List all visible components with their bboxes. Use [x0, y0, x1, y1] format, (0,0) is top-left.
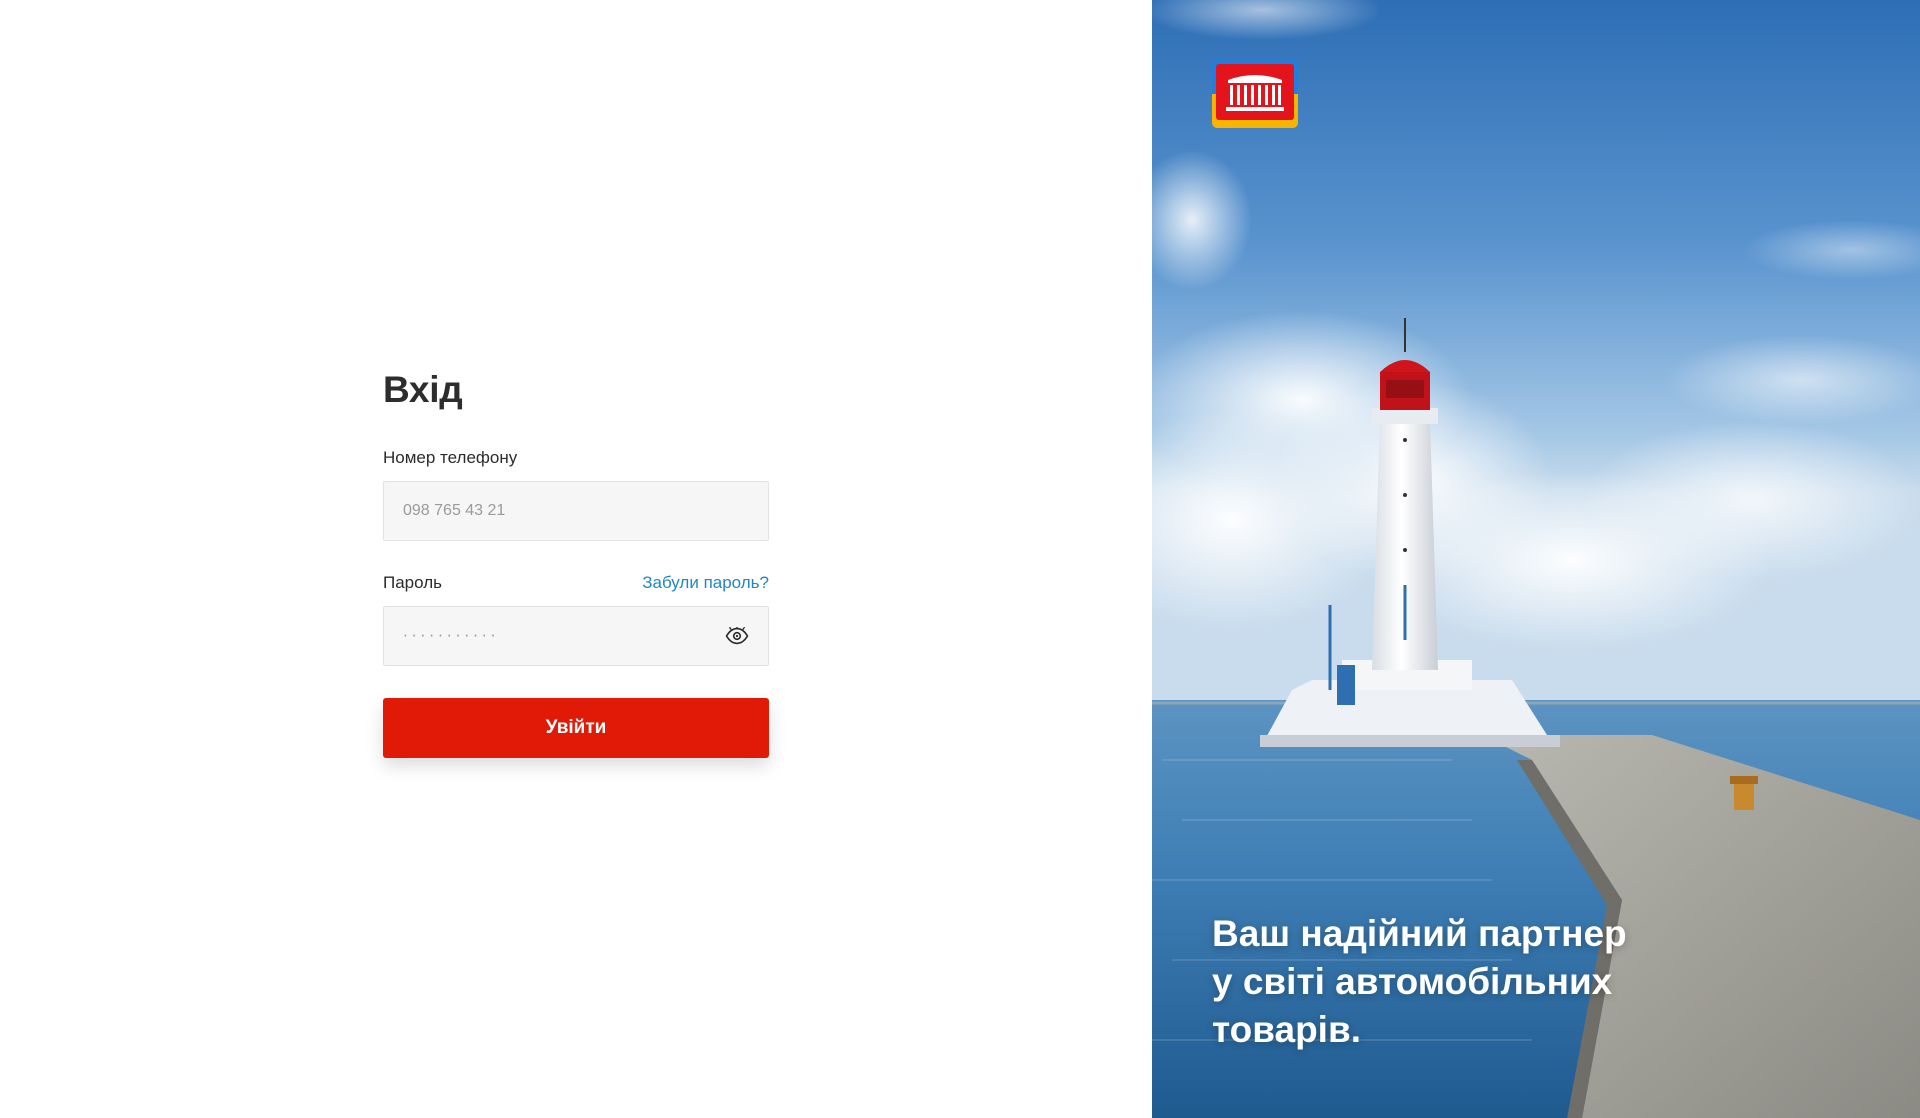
- page-title: Вхід: [383, 369, 463, 410]
- login-button[interactable]: Увійти: [383, 698, 769, 758]
- phone-field-wrapper: [383, 481, 769, 541]
- password-field-wrapper[interactable]: ···········: [383, 606, 769, 666]
- login-panel: Вхід Номер телефону Пароль Забули пароль…: [0, 0, 1152, 1118]
- password-label-row: Пароль Забули пароль?: [383, 571, 769, 595]
- phone-label: Номер телефону: [383, 448, 518, 467]
- password-input[interactable]: ···········: [403, 627, 499, 645]
- hero-tagline: Ваш надійний партнер у світі автомобільн…: [1212, 913, 1627, 1050]
- login-form: Вхід Номер телефону Пароль Забули пароль…: [383, 363, 769, 758]
- phone-input[interactable]: [384, 482, 768, 540]
- eye-icon[interactable]: [724, 623, 750, 649]
- login-page: Вхід Номер телефону Пароль Забули пароль…: [0, 0, 1920, 1118]
- brand-logo-icon: [1212, 60, 1298, 128]
- phone-label-row: Номер телефону: [383, 446, 769, 470]
- hero-panel: Ваш надійний партнер у світі автомобільн…: [1152, 0, 1920, 1118]
- password-label: Пароль: [383, 573, 442, 592]
- forgot-password-link[interactable]: Забули пароль?: [642, 573, 769, 593]
